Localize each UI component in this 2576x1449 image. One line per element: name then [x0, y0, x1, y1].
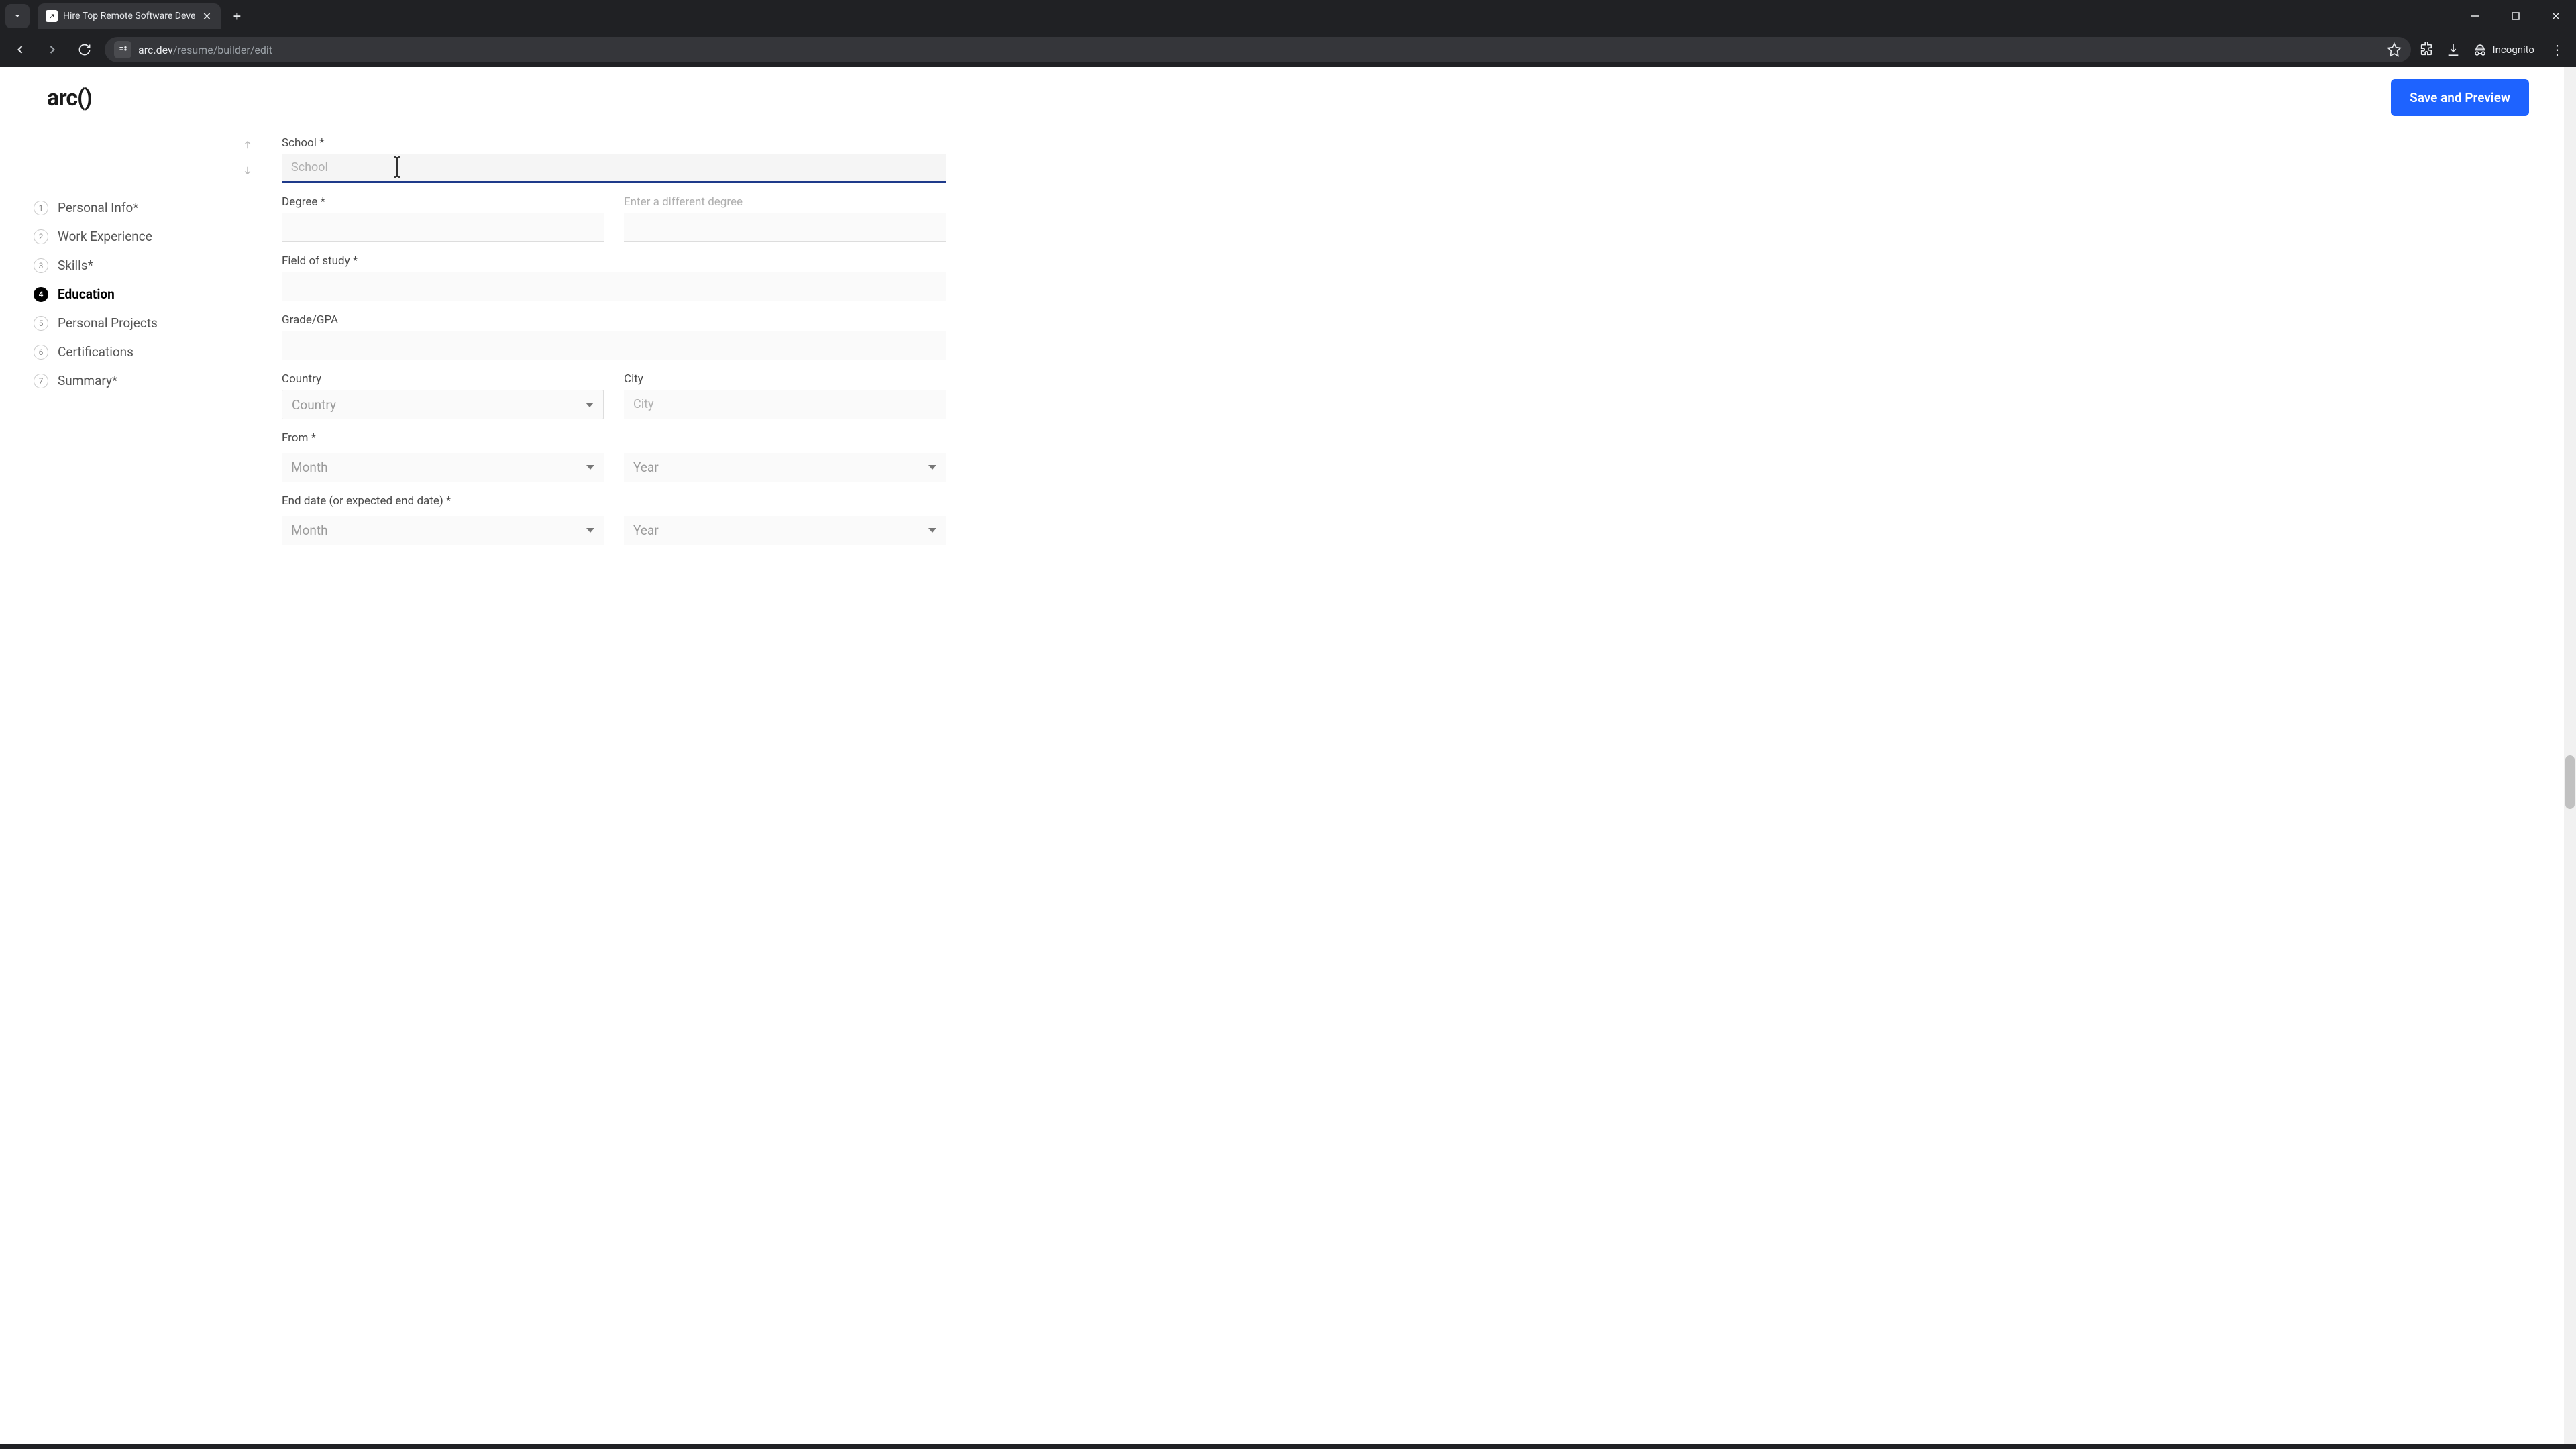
url-host: arc.dev [138, 44, 173, 56]
country-select[interactable]: Country [282, 390, 604, 419]
from-year-placeholder: Year [633, 460, 659, 475]
step-label: Certifications [58, 344, 133, 360]
school-label: School * [282, 136, 946, 150]
chevron-down-icon [586, 465, 594, 470]
chevron-down-icon [586, 402, 594, 407]
step-number: 1 [34, 201, 48, 215]
page-header: arc() Save and Preview [0, 67, 2576, 116]
url-text: arc.dev/resume/builder/edit [138, 44, 2380, 56]
page-viewport: arc() Save and Preview 1 Personal Info* 2W… [0, 67, 2576, 1444]
step-number: 4 [34, 287, 48, 302]
new-tab-button[interactable]: + [226, 5, 248, 27]
save-and-preview-button[interactable]: Save and Preview [2391, 79, 2529, 116]
url-path: /resume/builder/edit [173, 44, 272, 56]
city-label: City [624, 372, 946, 386]
incognito-indicator[interactable]: Incognito [2473, 42, 2534, 57]
step-number: 2 [34, 229, 48, 244]
step-number: 5 [34, 316, 48, 331]
arc-logo[interactable]: arc() [47, 85, 92, 111]
site-info-icon[interactable] [114, 41, 131, 58]
reload-button[interactable] [72, 38, 97, 62]
step-label: Education [58, 286, 115, 302]
scrollbar-track[interactable] [2564, 67, 2576, 1444]
move-down-icon[interactable] [241, 164, 254, 176]
end-date-label: End date (or expected end date) * [282, 494, 946, 508]
other-degree-label: Enter a different degree [624, 195, 946, 209]
other-degree-input[interactable] [624, 213, 946, 242]
url-bar[interactable]: arc.dev/resume/builder/edit [105, 37, 2411, 62]
from-label: From * [282, 431, 946, 445]
tab-bar: ↗ Hire Top Remote Software Deve ✕ + [0, 0, 2576, 32]
downloads-icon[interactable] [2446, 42, 2461, 57]
address-bar: arc.dev/resume/builder/edit Incognito ⋮ [0, 32, 2576, 67]
minimize-button[interactable] [2461, 5, 2490, 27]
browser-menu-button[interactable]: ⋮ [2546, 42, 2568, 58]
step-label: Work Experience [58, 229, 152, 244]
chevron-down-icon [928, 528, 936, 533]
end-year-placeholder: Year [633, 523, 659, 538]
chevron-down-icon [928, 465, 936, 470]
country-label: Country [282, 372, 604, 386]
maximize-button[interactable] [2501, 5, 2530, 27]
degree-input[interactable] [282, 213, 604, 242]
degree-label: Degree * [282, 195, 604, 209]
grade-label: Grade/GPA [282, 313, 946, 327]
step-item-summary[interactable]: 7 Summary* [34, 373, 221, 388]
step-item-work-experience[interactable]: 2 Work Experience [34, 229, 221, 244]
close-window-button[interactable] [2541, 5, 2571, 27]
education-form: School * Degree * Enter a different degr… [282, 136, 946, 557]
incognito-label: Incognito [2493, 44, 2534, 56]
window-controls [2461, 5, 2571, 27]
browser-chrome: ↗ Hire Top Remote Software Deve ✕ + arc.… [0, 0, 2576, 67]
city-input[interactable] [624, 390, 946, 419]
address-bar-icons [2387, 42, 2402, 57]
forward-button[interactable] [40, 38, 64, 62]
close-icon[interactable]: ✕ [201, 10, 213, 22]
scrollbar-thumb[interactable] [2565, 755, 2575, 809]
field-of-study-input[interactable] [282, 272, 946, 301]
step-label: Personal Projects [58, 315, 158, 331]
end-month-select[interactable]: Month [282, 516, 604, 545]
text-cursor-icon [392, 156, 402, 178]
tabs-dropdown-button[interactable] [5, 4, 30, 28]
back-button[interactable] [8, 38, 32, 62]
end-year-select[interactable]: Year [624, 516, 946, 545]
step-number: 3 [34, 258, 48, 273]
extensions-icon[interactable] [2419, 42, 2434, 57]
from-month-placeholder: Month [291, 460, 328, 475]
school-input[interactable] [282, 154, 946, 183]
step-item-skills[interactable]: 3 Skills* [34, 258, 221, 273]
field-of-study-label: Field of study * [282, 254, 946, 268]
end-month-placeholder: Month [291, 523, 328, 538]
toolbar-icons: Incognito ⋮ [2419, 42, 2568, 58]
browser-tab[interactable]: ↗ Hire Top Remote Software Deve ✕ [38, 3, 221, 29]
step-number: 6 [34, 345, 48, 360]
grade-input[interactable] [282, 331, 946, 360]
chevron-down-icon [586, 528, 594, 533]
from-year-select[interactable]: Year [624, 453, 946, 482]
step-item-certifications[interactable]: 6 Certifications [34, 344, 221, 360]
step-item-personal-info[interactable]: 1 Personal Info* [34, 200, 221, 215]
step-label: Personal Info* [58, 200, 138, 215]
step-label: Skills* [58, 258, 93, 273]
step-nav: 1 Personal Info* 2 Work Experience 3 Skills* 4… [34, 200, 221, 388]
step-label: Summary* [58, 373, 117, 388]
step-item-education[interactable]: 4 Education [34, 286, 221, 302]
bookmark-icon[interactable] [2387, 42, 2402, 57]
step-item-personal-projects[interactable]: 5 Personal Projects [34, 315, 221, 331]
reorder-controls [241, 136, 262, 557]
main-layout: 1 Personal Info* 2 Work Experience 3 Skills* 4… [0, 116, 2576, 557]
country-placeholder: Country [292, 397, 336, 413]
tab-favicon: ↗ [46, 10, 58, 22]
move-up-icon[interactable] [241, 139, 254, 151]
tab-title: Hire Top Remote Software Deve [63, 11, 195, 21]
step-number: 7 [34, 374, 48, 388]
from-month-select[interactable]: Month [282, 453, 604, 482]
steps-sidebar: 1 Personal Info* 2 Work Experience 3 Skills* 4… [34, 136, 221, 557]
